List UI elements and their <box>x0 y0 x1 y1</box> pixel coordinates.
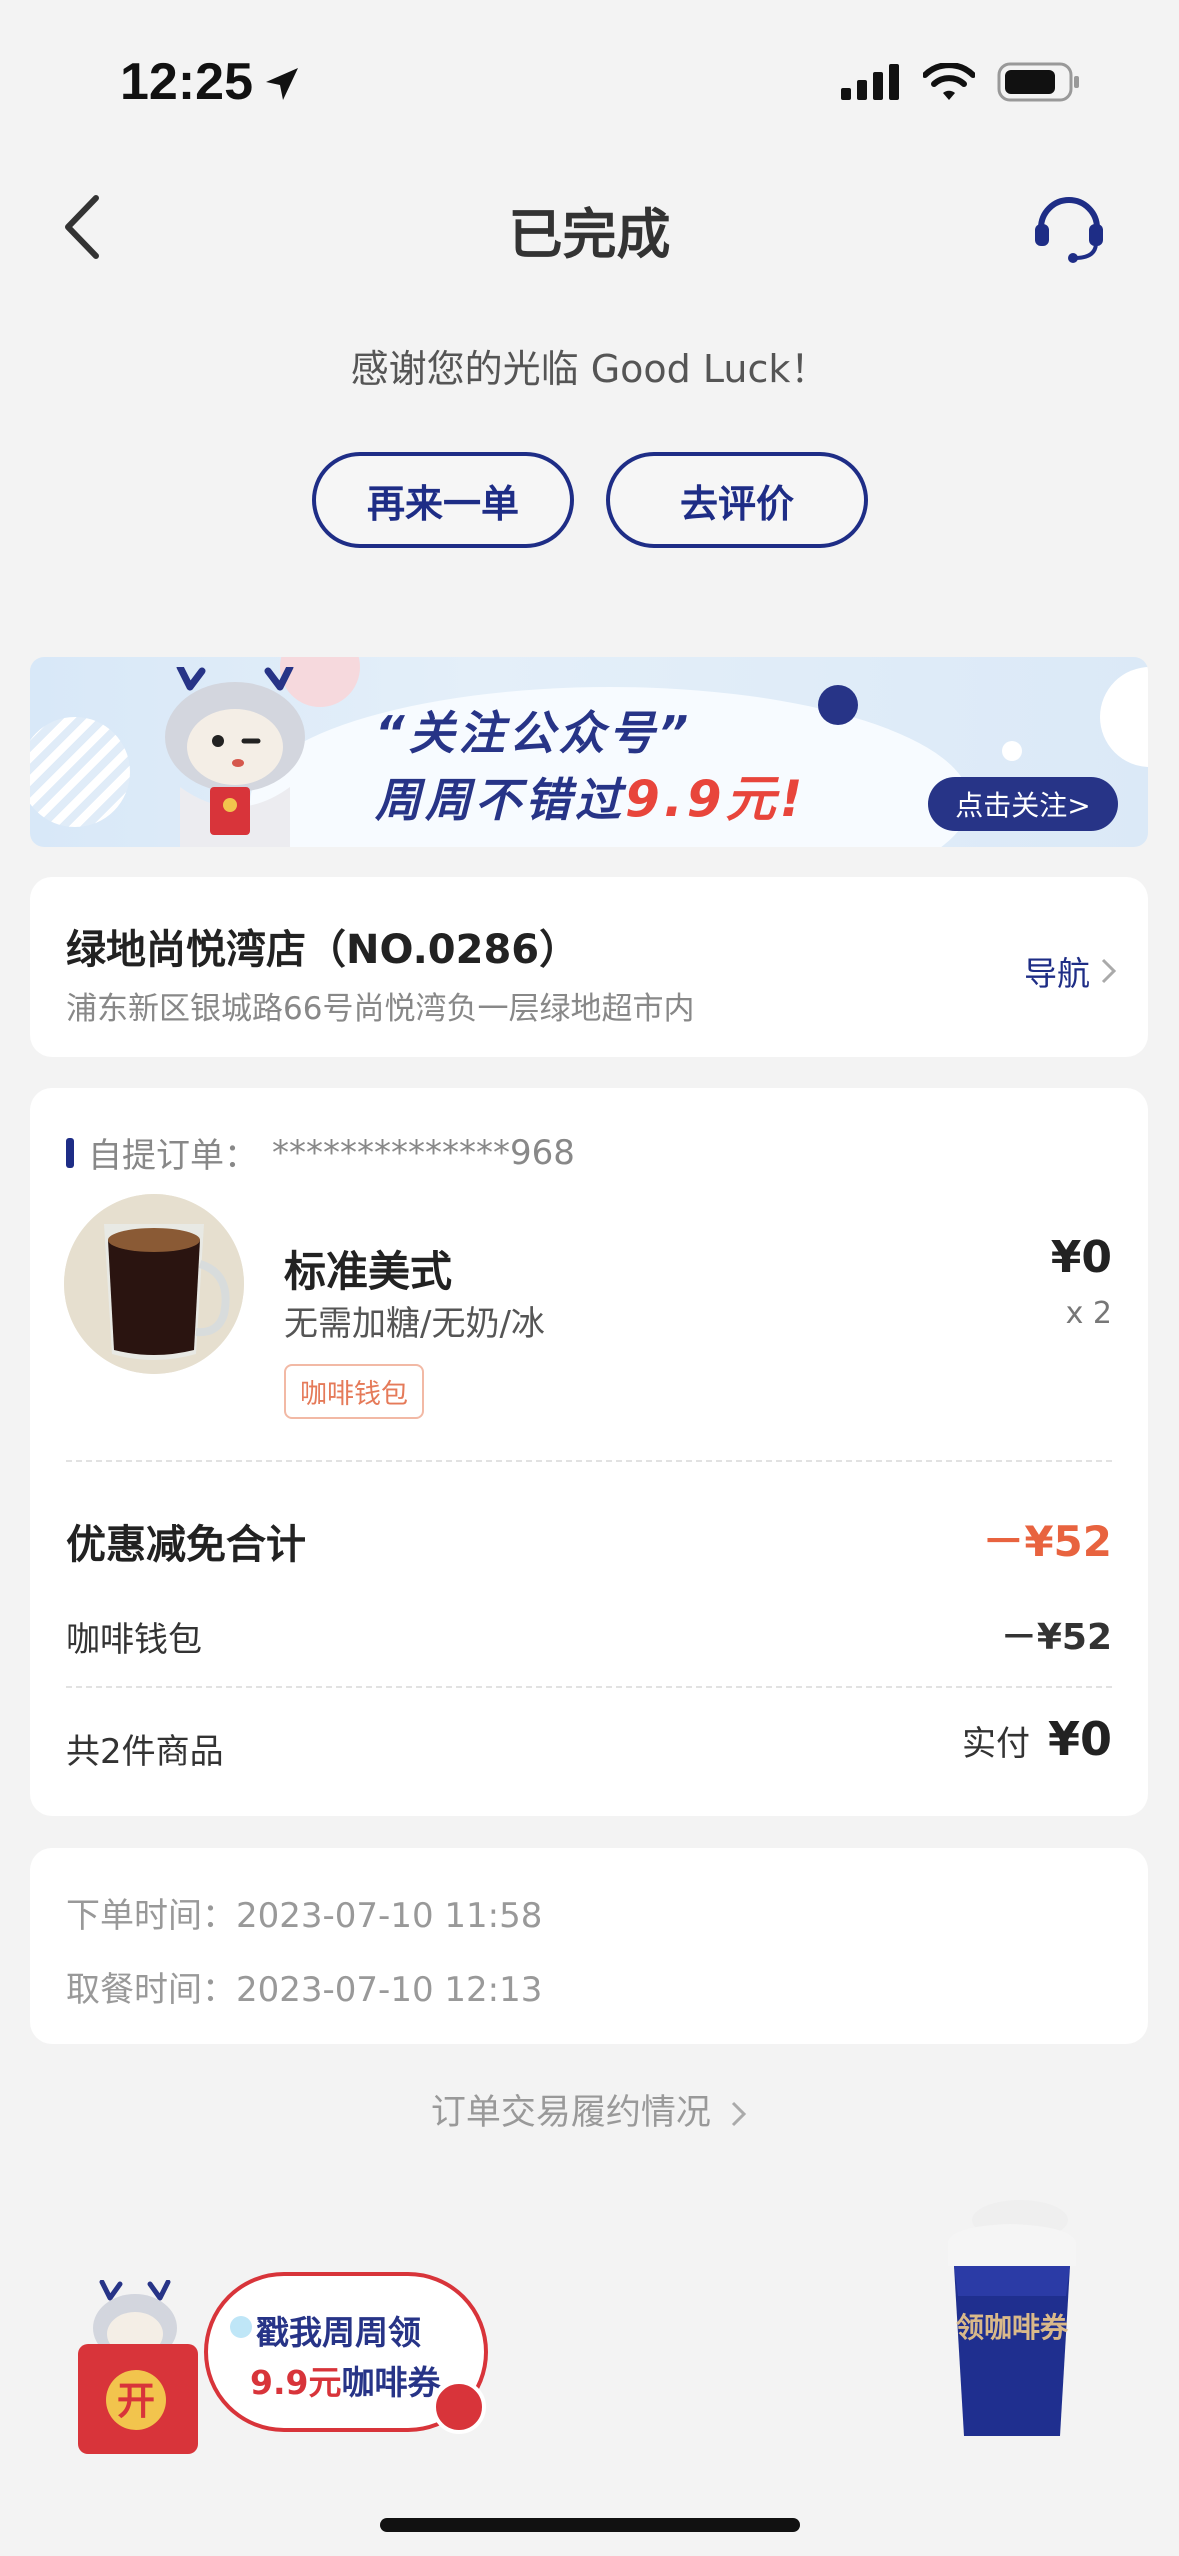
product-price: ¥0 <box>1050 1232 1112 1283</box>
home-indicator <box>380 2518 800 2532</box>
cup-label: 领咖啡券 <box>955 2311 1068 2344</box>
divider <box>66 1686 1112 1688</box>
location-arrow-icon <box>266 68 298 100</box>
item-count: 共2件商品 <box>66 1732 224 1772</box>
chevron-right-icon <box>1101 958 1117 984</box>
banner-white-dot <box>1002 741 1022 761</box>
red-envelope-mascot-icon: 开 <box>78 2280 198 2454</box>
order-number-row: 自提订单： **************968 <box>66 1128 575 1177</box>
promo-line2: 9.9元咖啡券 <box>250 2356 440 2404</box>
paid-label: 实付 <box>961 1724 1030 1764</box>
wallet-discount-label: 咖啡钱包 <box>66 1620 202 1660</box>
store-address: 浦东新区银城路66号尚悦湾负一层绿地超市内 <box>66 991 695 1027</box>
promo-bubble-dot <box>230 2316 252 2338</box>
promo-price: 9.9元 <box>250 2363 342 2402</box>
store-card: 绿地尚悦湾店（NO.0286） 浦东新区银城路66号尚悦湾负一层绿地超市内 导航 <box>30 877 1148 1057</box>
banner-line1: “关注公众号” <box>375 706 693 760</box>
order-time-value: 2023-07-10 11:58 <box>236 1896 543 1936</box>
banner-line2-prefix: 周周不错过 <box>375 773 625 827</box>
promo-line1: 戳我周周领 <box>256 2313 421 2352</box>
product-spec: 无需加糖/无奶/冰 <box>284 1304 545 1344</box>
battery-icon <box>997 62 1079 102</box>
divider <box>66 1460 1112 1462</box>
banner-line2: 周周不错过9.9元! <box>375 759 806 831</box>
wallet-tag: 咖啡钱包 <box>284 1364 424 1419</box>
order-time-row: 下单时间：2023-07-10 11:58 <box>66 1888 542 1937</box>
reorder-button[interactable]: 再来一单 <box>312 452 574 548</box>
pickup-time-row: 取餐时间：2023-07-10 12:13 <box>66 1962 542 2011</box>
chevron-right-icon <box>732 2101 747 2127</box>
banner-navy-dot <box>818 685 858 725</box>
accent-bar <box>66 1137 74 1168</box>
paid-value: ¥0 <box>1047 1712 1112 1766</box>
product-image <box>64 1194 244 1374</box>
follow-button[interactable]: 点击关注> <box>928 777 1118 831</box>
wallet-discount-value: －¥52 <box>1000 1617 1112 1658</box>
wifi-icon <box>923 63 975 100</box>
performance-label: 订单交易履约情况 <box>430 2093 711 2133</box>
promo-red-circle <box>432 2380 486 2434</box>
order-number: **************968 <box>272 1132 575 1173</box>
coffee-coupon-cup-button[interactable]: 领咖啡券 <box>940 2196 1080 2442</box>
banner-line2-highlight: 9.9元! <box>625 770 807 828</box>
pickup-time-label: 取餐时间： <box>66 1970 236 2010</box>
status-time: 12:25 <box>120 53 253 111</box>
deer-mascot-icon <box>165 667 305 847</box>
thanks-message: 感谢您的光临 Good Luck！ <box>350 347 829 391</box>
page-title: 已完成 <box>508 203 671 266</box>
customer-service-headset-icon[interactable] <box>1029 186 1109 266</box>
pickup-time-value: 2023-07-10 12:13 <box>236 1970 543 2010</box>
navigation-link[interactable]: 导航 <box>1024 947 1118 995</box>
order-card: 自提订单： **************968 标准美式 无需加糖/无奶/冰 咖… <box>30 1088 1148 1816</box>
time-card: 下单时间：2023-07-10 11:58 取餐时间：2023-07-10 12… <box>30 1848 1148 2044</box>
weekly-coupon-promo[interactable]: 开 戳我周周领 9.9元咖啡券 <box>70 2260 510 2460</box>
order-performance-link[interactable]: 订单交易履约情况 <box>0 2084 1179 2135</box>
order-type-label: 自提订单： <box>88 1136 258 1176</box>
americano-coffee-icon <box>64 1194 244 1374</box>
product-name: 标准美式 <box>284 1247 453 1296</box>
discount-total-value: －¥52 <box>982 1517 1112 1566</box>
order-time-label: 下单时间： <box>66 1896 236 1936</box>
banner-stripe-circle <box>30 717 130 827</box>
promo-coupon: 咖啡券 <box>341 2363 441 2402</box>
review-button[interactable]: 去评价 <box>606 452 868 548</box>
banner-white-circle <box>1100 667 1148 767</box>
status-icons <box>841 62 1081 102</box>
paid-amount: 实付 ¥0 <box>962 1712 1112 1766</box>
follow-promo-banner[interactable]: “关注公众号” 周周不错过9.9元! 点击关注> <box>30 657 1148 847</box>
navigation-label: 导航 <box>1024 954 1090 993</box>
product-quantity: x 2 <box>1065 1296 1112 1331</box>
envelope-char: 开 <box>117 2379 155 2423</box>
discount-total-label: 优惠减免合计 <box>66 1522 306 1568</box>
store-name: 绿地尚悦湾店（NO.0286） <box>66 927 580 973</box>
cellular-signal-icon <box>841 64 899 100</box>
